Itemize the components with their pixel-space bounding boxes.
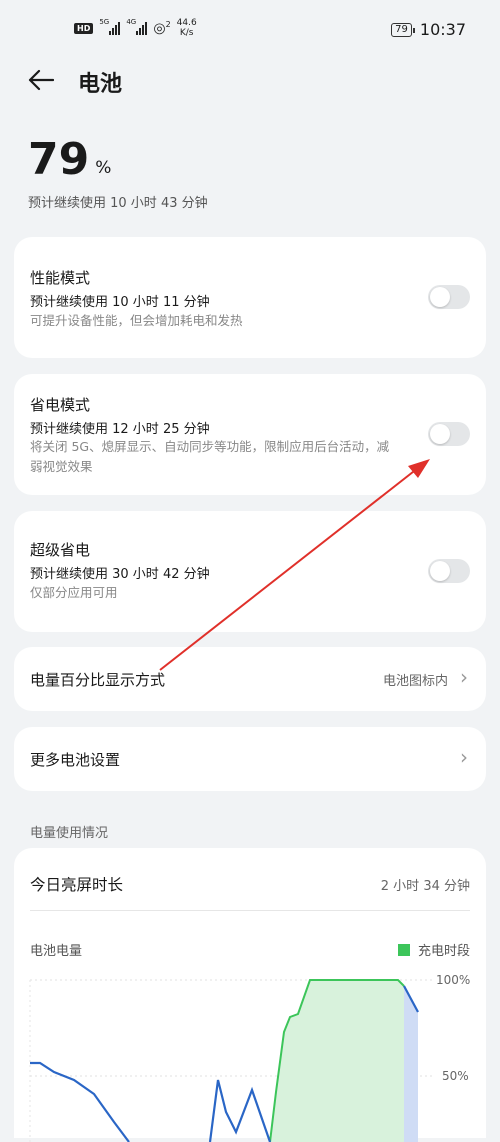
usage-card: 今日亮屏时长 2 小时 34 分钟 电池电量 充电时段 100% 50% [14, 848, 486, 1142]
performance-mode-card[interactable]: 性能模式 预计继续使用 10 小时 11 分钟 可提升设备性能，但会增加耗电和发… [14, 237, 486, 358]
battery-level-chart: 100% 50% [29, 973, 470, 1142]
performance-mode-estimate: 预计继续使用 10 小时 11 分钟 [30, 295, 210, 310]
clock: 10:37 [419, 20, 466, 39]
percent-display-row[interactable]: 电量百分比显示方式 电池图标内 › [14, 647, 486, 711]
power-saving-toggle[interactable] [428, 422, 470, 446]
battery-icon: 79 [391, 22, 415, 37]
wifi-icon: ◎2 [153, 19, 171, 37]
page-title: 电池 [78, 72, 123, 97]
app-header: 电池 [28, 66, 122, 98]
y-axis-100-label: 100% [436, 973, 470, 987]
battery-estimate: 预计继续使用 10 小时 43 分钟 [28, 196, 208, 211]
ultra-saving-toggle[interactable] [428, 559, 470, 583]
sim2-signal-icon: 4G [126, 19, 148, 35]
divider [30, 910, 470, 911]
screen-time-value: 2 小时 34 分钟 [380, 879, 470, 894]
chevron-right-icon: › [460, 665, 468, 689]
usage-section-label: 电量使用情况 [30, 826, 109, 841]
performance-mode-toggle[interactable] [428, 285, 470, 309]
more-settings-label: 更多电池设置 [30, 751, 121, 769]
status-bar: HD 5G 4G ◎2 44.6 K/s 79 10:37 [0, 0, 500, 60]
ultra-power-saving-card[interactable]: 超级省电 预计继续使用 30 小时 42 分钟 仅部分应用可用 [14, 511, 486, 632]
screen-time-label: 今日亮屏时长 [30, 876, 124, 894]
back-arrow-icon[interactable] [28, 68, 58, 96]
charging-area [270, 980, 404, 1142]
more-battery-settings-row[interactable]: 更多电池设置 › [14, 727, 486, 791]
charging-legend-swatch [397, 944, 410, 956]
battery-percent-unit: % [95, 158, 112, 178]
performance-mode-desc: 可提升设备性能，但会增加耗电和发热 [30, 313, 243, 328]
power-saving-title: 省电模式 [30, 396, 91, 414]
percent-display-value: 电池图标内 [382, 674, 448, 689]
network-speed: 44.6 K/s [176, 18, 197, 38]
status-right: 79 10:37 [391, 20, 466, 39]
power-saving-desc: 将关闭 5G、熄屏显示、自动同步等功能，限制应用后台活动，减弱视觉效果 [30, 439, 390, 474]
performance-mode-title: 性能模式 [30, 269, 91, 287]
battery-chart-label: 电池电量 [30, 944, 83, 959]
battery-level-line-2 [208, 1079, 272, 1142]
sim1-signal-icon: 5G [99, 19, 121, 35]
battery-percent-value: 79 [28, 134, 90, 185]
power-saving-estimate: 预计继续使用 12 小时 25 分钟 [30, 422, 210, 437]
charging-legend: 充电时段 [397, 940, 470, 959]
battery-level-line [30, 1061, 130, 1142]
ultra-saving-estimate: 预计继续使用 30 小时 42 分钟 [30, 567, 210, 582]
ultra-saving-desc: 仅部分应用可用 [30, 585, 118, 600]
power-saving-card[interactable]: 省电模式 预计继续使用 12 小时 25 分钟 将关闭 5G、熄屏显示、自动同步… [14, 374, 486, 495]
chevron-right-icon: › [460, 745, 468, 769]
ultra-saving-title: 超级省电 [30, 541, 91, 559]
percent-display-label: 电量百分比显示方式 [30, 671, 166, 689]
y-axis-50-label: 50% [442, 1069, 469, 1083]
hd-badge: HD [74, 22, 94, 34]
status-left: HD 5G 4G ◎2 44.6 K/s [74, 18, 197, 38]
battery-percentage: 79 % [28, 136, 111, 184]
